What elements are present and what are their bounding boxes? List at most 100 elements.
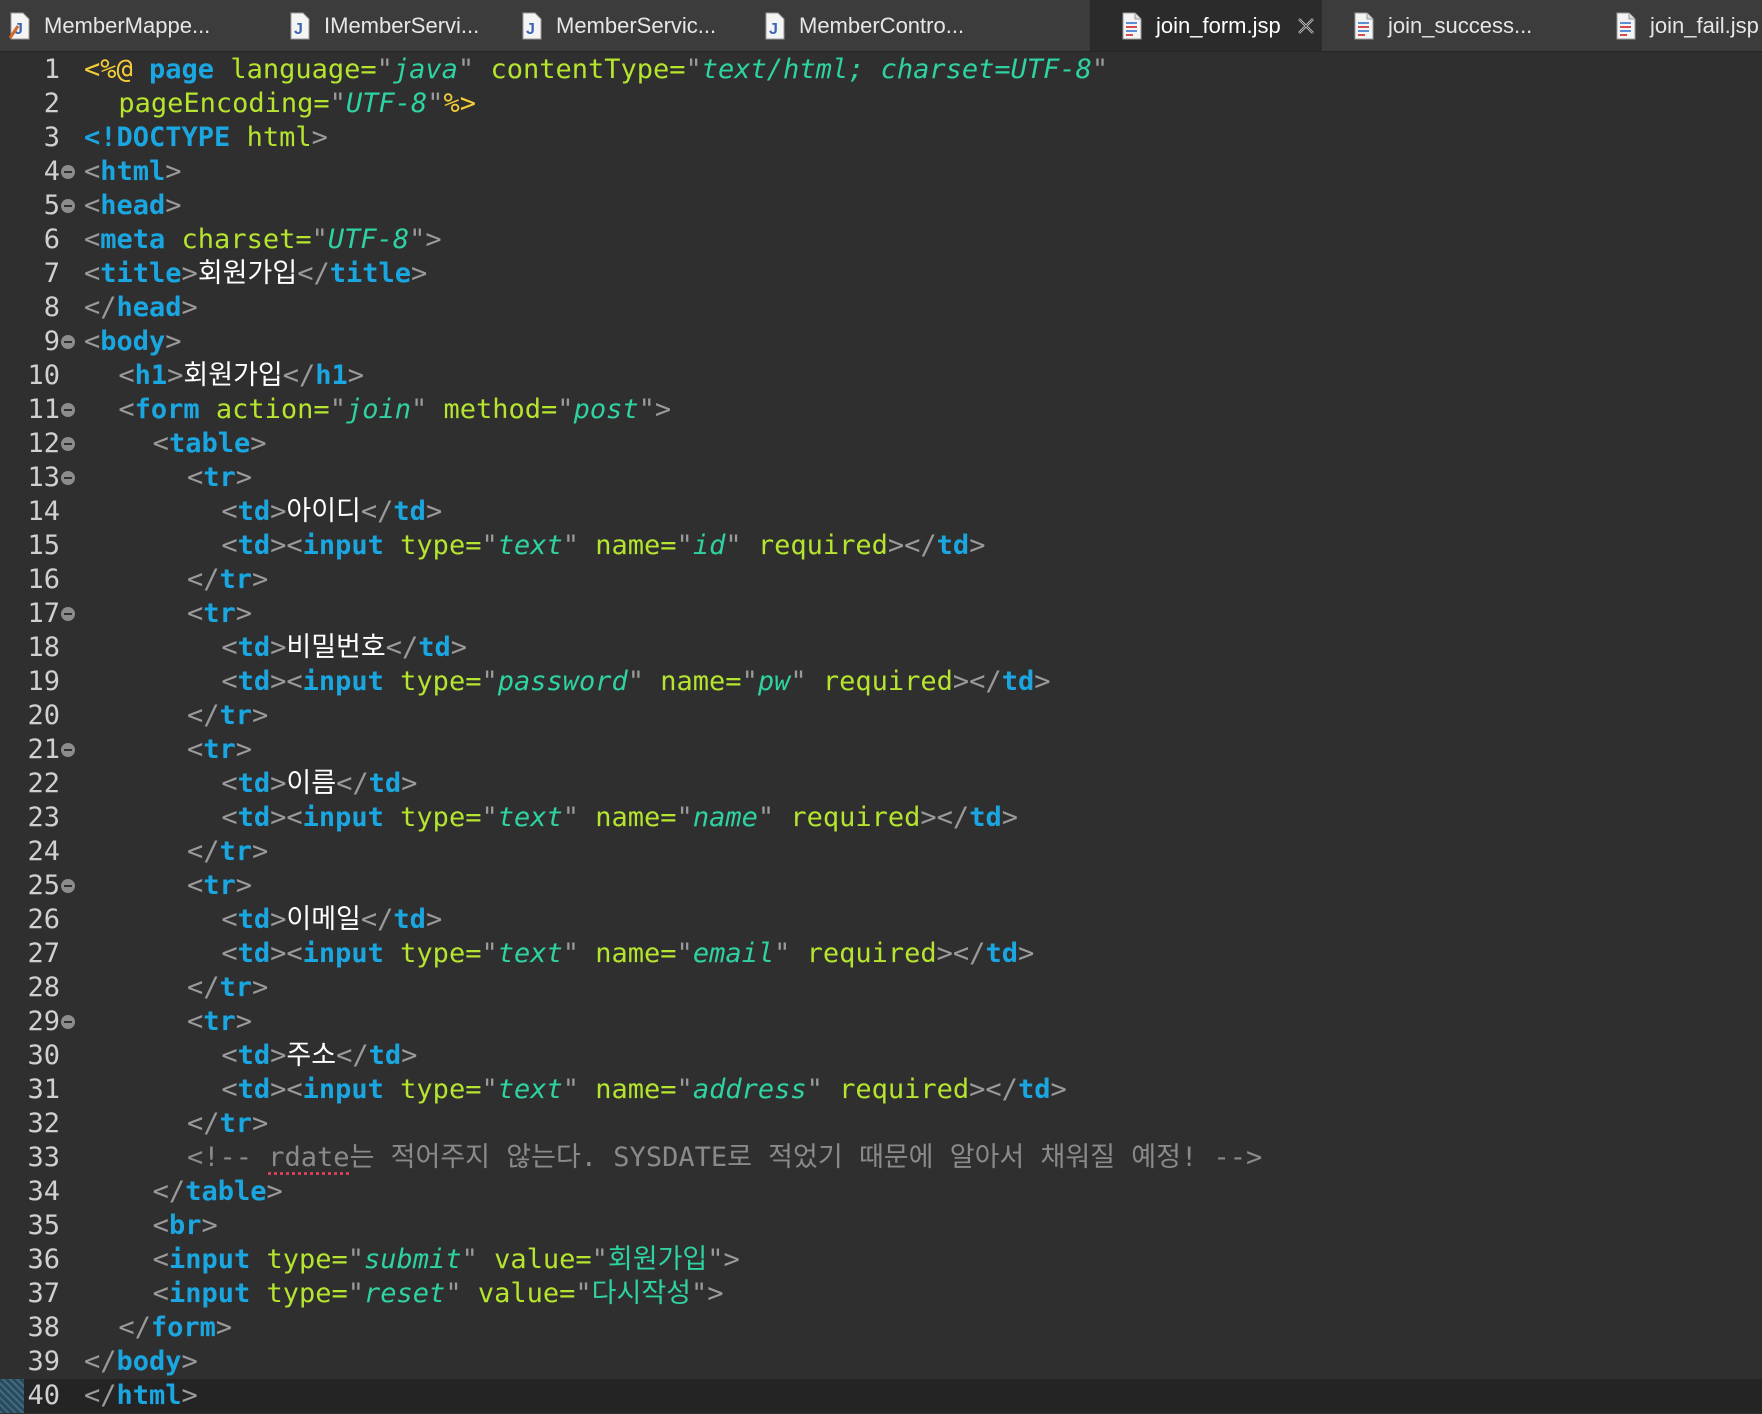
code-line[interactable]: 15 <td><input type="text" name="id" requ… (0, 529, 1762, 563)
jsp-file-icon (1352, 12, 1376, 40)
fold-toggle-icon[interactable] (61, 743, 75, 757)
java-file-icon: J (763, 12, 787, 40)
code-line[interactable]: 18 <td>비밀번호</td> (0, 631, 1762, 665)
tab-label: join_success... (1388, 12, 1533, 38)
code-text: <h1>회원가입</h1> (84, 359, 364, 393)
code-line[interactable]: 24 </tr> (0, 835, 1762, 869)
code-line[interactable]: 14 <td>아이디</td> (0, 495, 1762, 529)
code-token: < (152, 428, 169, 459)
fold-toggle-icon[interactable] (61, 437, 75, 451)
code-token: type= (400, 1074, 482, 1105)
tab-imemberservi[interactable]: J IMemberServi... (258, 0, 490, 51)
code-token: td (936, 530, 970, 561)
code-line[interactable]: 2 pageEncoding="UTF-8"%> (0, 87, 1762, 121)
code-token: > (167, 360, 184, 391)
code-line[interactable]: 1 <%@ page language="java" contentType="t… (0, 53, 1762, 87)
fold-toggle-icon[interactable] (61, 403, 75, 417)
code-token: ></ (969, 1074, 1018, 1105)
code-line[interactable]: 11 <form action="join" method="post"> (0, 393, 1762, 427)
code-line[interactable]: 12 <table> (0, 427, 1762, 461)
code-line[interactable]: 4 <html> (0, 155, 1762, 189)
code-line[interactable]: 35 <br> (0, 1209, 1762, 1243)
fold-toggle-icon[interactable] (61, 335, 75, 349)
line-number: 29 (27, 1006, 60, 1037)
code-text: </head> (84, 291, 198, 325)
code-line[interactable]: 20 </tr> (0, 699, 1762, 733)
code-line[interactable]: 16 </tr> (0, 563, 1762, 597)
line-number: 5 (43, 190, 60, 221)
tab-label: MemberContro... (799, 12, 965, 38)
tab-join-fail-jsp[interactable]: join_fail.jsp (1584, 0, 1762, 51)
code-line[interactable]: 32 </tr> (0, 1107, 1762, 1141)
code-token: > (235, 462, 253, 493)
code-line[interactable]: 34 </table> (0, 1175, 1762, 1209)
code-text: <html> (84, 155, 182, 189)
tab-join-success[interactable]: join_success... (1322, 0, 1584, 51)
code-token: < (221, 904, 238, 935)
code-line[interactable]: 39 </body> (0, 1345, 1762, 1379)
code-line[interactable]: 25 <tr> (0, 869, 1762, 903)
code-token: td (237, 496, 271, 527)
code-line[interactable]: 5 <head> (0, 189, 1762, 223)
code-line[interactable]: 30 <td>주소</td> (0, 1039, 1762, 1073)
fold-toggle-icon[interactable] (61, 1015, 75, 1029)
code-line[interactable]: 36 <input type="submit" value="회원가입"> (0, 1243, 1762, 1277)
code-line[interactable]: 27 <td><input type="text" name="email" r… (0, 937, 1762, 971)
code-token: 비밀번호 (286, 632, 386, 663)
code-token: < (187, 870, 204, 901)
fold-toggle-icon[interactable] (61, 471, 75, 485)
code-line[interactable]: 19 <td><input type="password" name="pw" … (0, 665, 1762, 699)
code-line[interactable]: 40 </html> (0, 1379, 1762, 1413)
code-editor[interactable]: 1 <%@ page language="java" contentType="t… (0, 52, 1762, 1414)
code-line[interactable]: 23 <td><input type="text" name="name" re… (0, 801, 1762, 835)
code-line[interactable]: 31 <td><input type="text" name="address"… (0, 1073, 1762, 1107)
code-token: </ (297, 258, 330, 289)
code-line[interactable]: 17 <tr> (0, 597, 1762, 631)
code-line[interactable]: 33 <!-- rdate는 적어주지 않는다. SYSDATE로 적었기 때문… (0, 1141, 1762, 1175)
code-token: tr (203, 462, 236, 493)
code-token: 이름 (286, 768, 337, 799)
code-line[interactable]: 28 </tr> (0, 971, 1762, 1005)
code-line[interactable]: 21 <tr> (0, 733, 1762, 767)
code-line[interactable]: 3 <!DOCTYPE html> (0, 121, 1762, 155)
code-token: required (790, 802, 921, 833)
code-line[interactable]: 10 <h1>회원가입</h1> (0, 359, 1762, 393)
code-token: td (237, 666, 271, 697)
code-line[interactable]: 7 <title>회원가입</title> (0, 257, 1762, 291)
line-number: 38 (27, 1312, 60, 1343)
code-line[interactable]: 26 <td>이메일</td> (0, 903, 1762, 937)
code-line[interactable]: 8 </head> (0, 291, 1762, 325)
code-token: " (481, 802, 498, 833)
code-token: < (187, 734, 204, 765)
tab-membercontro[interactable]: J MemberContro... (733, 0, 1090, 51)
code-line[interactable]: 13 <tr> (0, 461, 1762, 495)
code-token: < (84, 224, 101, 255)
code-line[interactable]: 9 <body> (0, 325, 1762, 359)
line-number: 40 (27, 1380, 60, 1411)
code-token: input (302, 530, 401, 561)
code-text: <td><input type="text" name="name" requi… (84, 801, 1018, 835)
fold-toggle-icon[interactable] (61, 199, 75, 213)
close-tab-icon[interactable] (1295, 15, 1317, 37)
code-token: tr (203, 734, 236, 765)
code-line[interactable]: 37 <input type="reset" value="다시작성"> (0, 1277, 1762, 1311)
code-line[interactable]: 29 <tr> (0, 1005, 1762, 1039)
code-line[interactable]: 22 <td>이름</td> (0, 767, 1762, 801)
code-token: type= (266, 1244, 348, 1275)
code-token: required (757, 530, 888, 561)
tab-join-form-jsp[interactable]: join_form.jsp (1090, 0, 1322, 51)
code-token: text (497, 938, 563, 969)
tab-membermappe[interactable]: J MemberMappe... (0, 0, 258, 51)
code-token: < (221, 802, 238, 833)
tab-memberservic[interactable]: J MemberServic... (490, 0, 733, 51)
code-line[interactable]: 38 </form> (0, 1311, 1762, 1345)
fold-toggle-icon[interactable] (61, 607, 75, 621)
fold-toggle-icon[interactable] (61, 879, 75, 893)
code-line[interactable]: 6 <meta charset="UTF-8"> (0, 223, 1762, 257)
fold-toggle-icon[interactable] (61, 165, 75, 179)
